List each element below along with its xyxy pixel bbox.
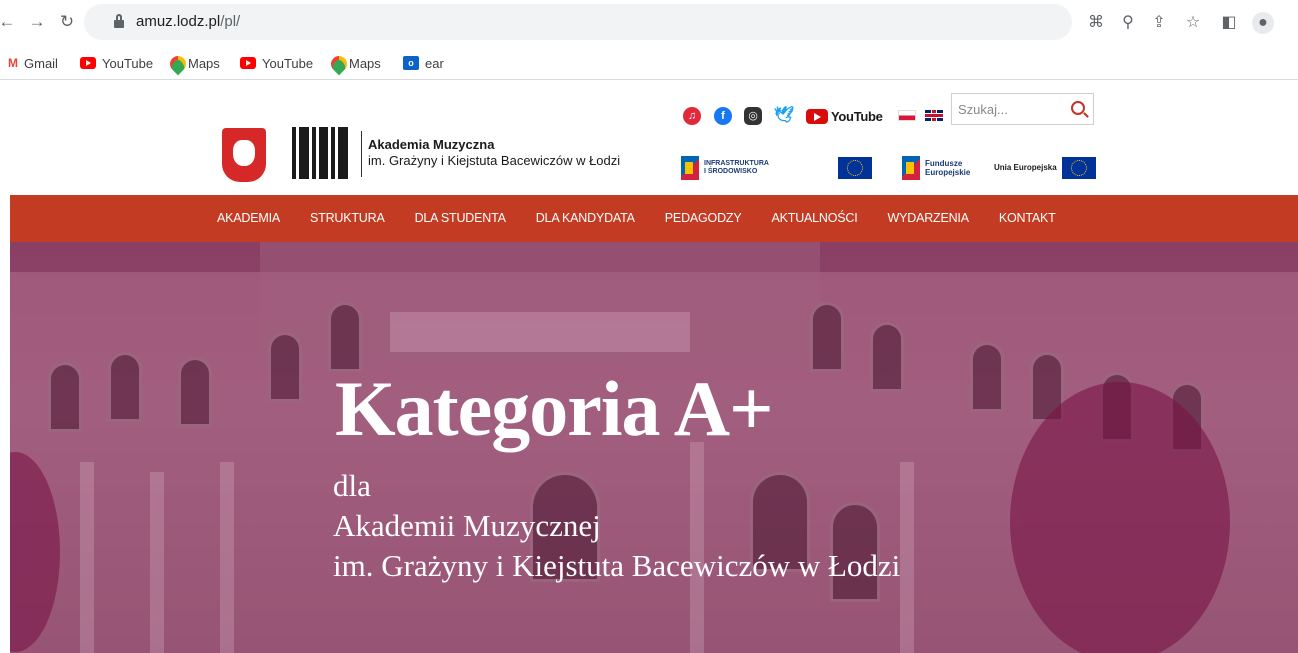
column	[220, 462, 234, 653]
main-navigation: AKADEMIA STRUKTURA DLA STUDENTA DLA KAND…	[10, 195, 1298, 242]
music-icon[interactable]: ♫	[683, 107, 701, 125]
youtube-icon	[80, 57, 96, 69]
window	[810, 302, 844, 372]
bookmark-youtube-1[interactable]: YouTube	[80, 54, 153, 72]
window	[178, 357, 212, 427]
fe-mark-icon	[902, 156, 920, 180]
search-input[interactable]	[958, 100, 1058, 118]
eu-flag-logo-1[interactable]	[838, 153, 872, 183]
balcony	[390, 312, 690, 352]
infra-line2: I ŚRODOWISKO	[704, 168, 758, 175]
outlook-icon: o	[403, 56, 419, 70]
facebook-icon[interactable]: f	[714, 107, 732, 125]
forward-arrow-icon[interactable]: →	[24, 9, 50, 35]
translate-icon[interactable]: ⌘	[1085, 12, 1107, 34]
school-name[interactable]: Akademia Muzyczna im. Grażyny i Kiejstut…	[368, 137, 620, 169]
nav-dla-studenta[interactable]: DLA STUDENTA	[400, 195, 521, 242]
fe-mark-icon	[681, 156, 699, 180]
window	[970, 342, 1004, 412]
bookmark-outlook[interactable]: o ear	[403, 54, 444, 72]
nav-struktura[interactable]: STRUKTURA	[295, 195, 400, 242]
share-icon[interactable]: ⇪	[1148, 12, 1170, 34]
fundusze-logo[interactable]: Fundusze Europejskie	[902, 153, 970, 183]
star-icon[interactable]: ☆	[1182, 12, 1204, 34]
hero-line-3: im. Grażyny i Kiejstuta Bacewiczów w Łod…	[333, 548, 901, 583]
hero-banner[interactable]: Kategoria A+ dla Akademii Muzycznej im. …	[10, 242, 1298, 653]
maps-icon	[170, 56, 182, 71]
bookmark-maps-1[interactable]: Maps	[170, 54, 220, 72]
browser-toolbar: ← → ↻ amuz.lodz.pl/pl/ ⌘ ⚲ ⇪ ☆ ◧ ●	[0, 0, 1298, 46]
nav-dla-kandydata[interactable]: DLA KANDYDATA	[521, 195, 650, 242]
poland-emblem-icon[interactable]	[222, 128, 266, 182]
address-bar[interactable]: amuz.lodz.pl/pl/	[84, 4, 1072, 40]
hero-line-1: dla	[333, 468, 371, 503]
ue-title: Unia Europejska	[994, 162, 1057, 172]
nav-kontakt[interactable]: KONTAKT	[984, 195, 1071, 242]
eu-flag-icon	[1061, 157, 1096, 179]
hero-title: Kategoria A+	[335, 365, 774, 452]
window	[48, 362, 82, 432]
tree	[1010, 382, 1230, 653]
bookmark-label: YouTube	[262, 55, 314, 71]
search-icon[interactable]	[1071, 101, 1085, 115]
infrastruktura-logo[interactable]: INFRASTRUKTURA I ŚRODOWISKO	[681, 153, 769, 183]
nav-wydarzenia[interactable]: WYDARZENIA	[873, 195, 984, 242]
youtube-icon	[240, 57, 256, 69]
reload-icon[interactable]: ↻	[54, 9, 80, 35]
youtube-icon	[806, 108, 828, 124]
side-panel-icon[interactable]: ◧	[1218, 12, 1240, 34]
bookmark-label: ear	[425, 55, 444, 71]
bookmark-label: YouTube	[102, 55, 154, 71]
english-flag-icon[interactable]	[925, 110, 943, 121]
academy-logo-icon[interactable]	[292, 127, 349, 179]
bookmark-label: Gmail	[24, 55, 58, 71]
column	[900, 462, 914, 653]
polish-flag-icon[interactable]	[898, 110, 916, 121]
eu-flag-icon	[838, 157, 872, 179]
nav-pedagodzy[interactable]: PEDAGODZY	[650, 195, 757, 242]
column	[150, 472, 164, 653]
nav-akademia[interactable]: AKADEMIA	[217, 195, 295, 242]
logo-divider	[361, 131, 362, 177]
zoom-icon[interactable]: ⚲	[1117, 12, 1139, 34]
bookmark-gmail[interactable]: M Gmail	[8, 54, 58, 72]
url-text[interactable]: amuz.lodz.pl/pl/	[136, 13, 240, 30]
window	[328, 302, 362, 372]
bookmark-maps-2[interactable]: Maps	[331, 54, 381, 72]
back-arrow-icon[interactable]: ←	[0, 9, 20, 35]
bookmark-youtube-2[interactable]: YouTube	[240, 54, 313, 72]
window	[108, 352, 142, 422]
bookmarks-bar: M Gmail YouTube Maps YouTube Maps o ear	[0, 46, 1298, 80]
instagram-icon[interactable]: ◎	[744, 107, 762, 125]
fe-line1: Fundusze	[925, 159, 963, 168]
column	[80, 462, 94, 653]
maps-icon	[331, 56, 343, 71]
hero-line-2: Akademii Muzycznej	[333, 508, 601, 543]
nav-aktualnosci[interactable]: AKTUALNOŚCI	[756, 195, 872, 242]
search-box	[951, 93, 1094, 125]
window	[870, 322, 904, 392]
website: Akademia Muzyczna im. Grażyny i Kiejstut…	[10, 81, 1298, 653]
fe-line2: Europejskie	[925, 168, 971, 177]
unia-europejska-logo[interactable]: Unia Europejska	[994, 153, 1096, 183]
gmail-icon: M	[8, 56, 18, 70]
bookmark-label: Maps	[188, 55, 220, 71]
infra-line1: INFRASTRUKTURA	[704, 160, 769, 167]
youtube-link[interactable]: YouTube	[806, 107, 883, 125]
bookmark-label: Maps	[349, 55, 381, 71]
profile-icon[interactable]: ●	[1252, 12, 1274, 34]
window	[268, 332, 302, 402]
lock-icon	[114, 14, 124, 28]
twitter-icon[interactable]: 🕊	[774, 107, 794, 125]
